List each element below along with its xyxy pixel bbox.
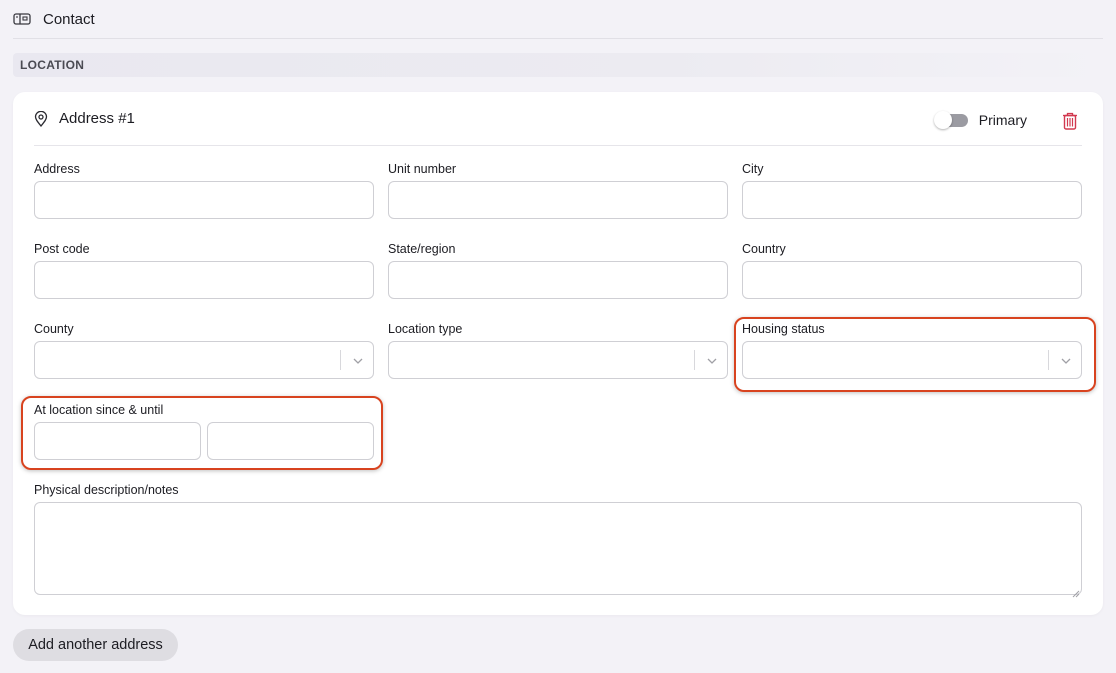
state-region-label: State/region <box>388 242 456 256</box>
add-another-address-button[interactable]: Add another address <box>13 629 178 661</box>
address-card: Address #1 Primary Address Unit number C… <box>13 92 1103 615</box>
post-code-input[interactable] <box>34 261 374 299</box>
address-label: Address <box>34 162 80 176</box>
primary-toggle-switch[interactable] <box>933 110 968 129</box>
country-label: Country <box>742 242 786 256</box>
location-type-label: Location type <box>388 322 463 336</box>
at-location-label: At location since & until <box>34 403 164 417</box>
state-region-input[interactable] <box>388 261 728 299</box>
contact-header: Contact <box>13 0 1103 39</box>
section-title: Contact <box>43 10 95 28</box>
chevron-down-icon[interactable] <box>1060 354 1072 366</box>
location-section-label: LOCATION <box>13 53 1103 77</box>
housing-status-select[interactable] <box>742 341 1082 379</box>
since-date-input[interactable] <box>34 422 201 460</box>
address-title: Address #1 <box>59 110 135 127</box>
chevron-down-icon[interactable] <box>706 354 718 366</box>
select-separator <box>1048 350 1049 370</box>
map-pin-icon <box>34 110 48 127</box>
unit-number-label: Unit number <box>388 162 457 176</box>
unit-number-input[interactable] <box>388 181 728 219</box>
until-date-input[interactable] <box>207 422 374 460</box>
select-separator <box>694 350 695 370</box>
county-label: County <box>34 322 74 336</box>
city-label: City <box>742 162 764 176</box>
select-separator <box>340 350 341 370</box>
county-select[interactable] <box>34 341 374 379</box>
notes-textarea[interactable] <box>34 502 1082 598</box>
toggle-knob <box>933 110 952 129</box>
housing-status-label: Housing status <box>742 322 825 336</box>
location-type-select[interactable] <box>388 341 728 379</box>
primary-label: Primary <box>978 112 1027 128</box>
trash-icon[interactable] <box>1062 112 1078 130</box>
notes-label: Physical description/notes <box>34 483 179 497</box>
address-input[interactable] <box>34 181 374 219</box>
chevron-down-icon[interactable] <box>352 354 364 366</box>
post-code-label: Post code <box>34 242 90 256</box>
primary-toggle[interactable]: Primary <box>933 110 1027 129</box>
address-card-header: Address #1 Primary <box>34 92 1082 146</box>
city-input[interactable] <box>742 181 1082 219</box>
country-input[interactable] <box>742 261 1082 299</box>
mailbox-icon <box>13 12 31 26</box>
resize-handle-icon[interactable] <box>1072 585 1080 598</box>
